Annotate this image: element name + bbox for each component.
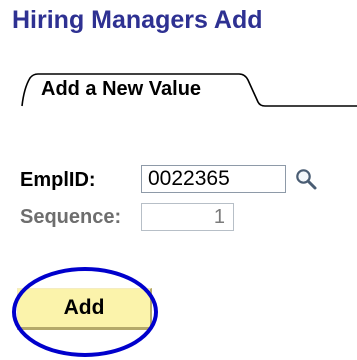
page: Hiring Managers Add Add a New Value Empl…	[0, 0, 357, 360]
add-button[interactable]: Add	[17, 288, 152, 330]
magnifying-glass-icon[interactable]	[294, 167, 318, 191]
emplid-label: EmplID:	[20, 169, 96, 191]
tab-add-a-new-value[interactable]: Add a New Value	[41, 78, 201, 101]
sequence-label: Sequence:	[20, 206, 122, 228]
tab-bar: Add a New Value	[0, 66, 357, 108]
sequence-input[interactable]	[141, 203, 234, 231]
emplid-input[interactable]	[141, 165, 286, 193]
page-title: Hiring Managers Add	[12, 6, 263, 34]
